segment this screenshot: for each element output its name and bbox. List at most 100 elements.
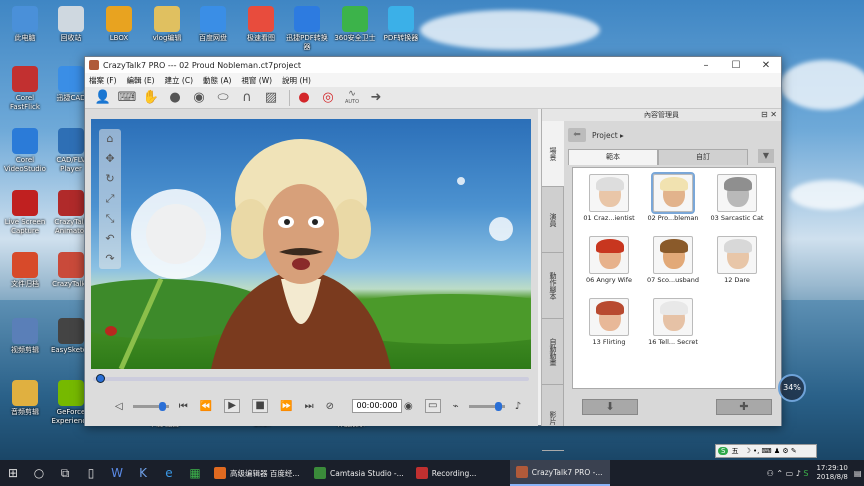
add-button[interactable]: ✚: [716, 399, 772, 415]
menu-animation[interactable]: 動態 (A): [203, 75, 231, 86]
menu-file[interactable]: 檔案 (F): [89, 75, 117, 86]
settings-button[interactable]: ▭: [424, 399, 441, 413]
volume-icon[interactable]: ◁: [115, 401, 123, 412]
taskbar-task[interactable]: Camtasia Studio -...: [308, 460, 410, 486]
redo-icon[interactable]: ↷: [99, 249, 121, 269]
person-icon[interactable]: 👤: [93, 89, 113, 107]
desktop-icon[interactable]: 迅捷PDF转换器: [284, 6, 330, 52]
content-item[interactable]: 01 Craz...ientist: [577, 170, 641, 230]
side-tab-scene[interactable]: 場景: [542, 121, 564, 187]
ime-punctuation-icon[interactable]: ☽ •, ⌨ ♟ ⚙ ✎: [744, 447, 796, 455]
notifications-icon[interactable]: ▤: [854, 469, 862, 478]
timecode-field[interactable]: 00:00:000: [352, 399, 402, 413]
image-icon[interactable]: ▨: [261, 89, 281, 107]
content-item[interactable]: 13 Flirting: [577, 294, 641, 354]
content-item[interactable]: 06 Angry Wife: [577, 232, 641, 292]
stop-button[interactable]: ■: [252, 399, 269, 413]
head-icon[interactable]: ●: [165, 89, 185, 107]
first-frame-icon[interactable]: ⏮: [179, 401, 188, 412]
menu-create[interactable]: 建立 (C): [165, 75, 193, 86]
zoom-view-icon[interactable]: ⤢: [99, 189, 121, 209]
desktop-icon[interactable]: Corel VideoStudio: [2, 128, 48, 174]
network-icon[interactable]: ▭: [786, 469, 794, 478]
volume-tray-icon[interactable]: ♪: [796, 469, 801, 478]
side-tab-script[interactable]: 動作腳本: [542, 253, 564, 319]
tab-custom[interactable]: 自訂: [658, 149, 748, 165]
ime-toolbar[interactable]: S 五 ☽ •, ⌨ ♟ ⚙ ✎: [715, 444, 817, 458]
desktop-icon[interactable]: 极速看图: [238, 6, 284, 43]
download-button[interactable]: ⬇: [582, 399, 638, 415]
side-tab-actor[interactable]: 演員: [542, 187, 564, 253]
menu-edit[interactable]: 編輯 (E): [127, 75, 155, 86]
stage-viewport[interactable]: ⌂ ✥ ↻ ⤢ ⤡ ↶ ↷: [91, 119, 531, 369]
desktop-icon[interactable]: 此电脑: [2, 6, 48, 43]
desktop-icon[interactable]: 回收站: [48, 6, 94, 43]
title-bar[interactable]: CrazyTalk7 PRO --- 02 Proud Nobleman.ct7…: [85, 57, 781, 73]
desktop-icon[interactable]: 360安全卫士: [332, 6, 378, 43]
hair-icon[interactable]: ∩: [237, 89, 257, 107]
side-tab-video[interactable]: 影片: [542, 385, 564, 451]
side-tab-auto-animation[interactable]: 自動動畫: [542, 319, 564, 385]
edge-icon[interactable]: e: [156, 460, 182, 486]
mouth-icon[interactable]: ⬭: [213, 89, 233, 107]
tray-arrow-icon[interactable]: ⌃: [776, 469, 783, 478]
word-icon[interactable]: W: [104, 460, 130, 486]
record-face-icon[interactable]: ●: [294, 89, 314, 107]
volume-slider-knob[interactable]: [158, 401, 166, 411]
app-k-icon[interactable]: K: [130, 460, 156, 486]
undo-icon[interactable]: ↶: [99, 229, 121, 249]
task-view-icon[interactable]: ⧉: [52, 460, 78, 486]
desktop-icon[interactable]: Live Screen Capture: [2, 190, 48, 236]
speed-slider[interactable]: [468, 401, 505, 411]
taskbar-task-active[interactable]: CrazyTalk7 PRO -...: [509, 460, 610, 486]
taskbar-task[interactable]: 高级编辑器 百度经...: [208, 460, 308, 486]
play-button[interactable]: ▶: [224, 399, 241, 413]
content-path[interactable]: Project ▸: [592, 131, 624, 140]
move-view-icon[interactable]: ✥: [99, 149, 121, 169]
windows-start-icon[interactable]: ⊞: [0, 460, 26, 486]
audio-auto-icon[interactable]: ∿ AUTO: [342, 89, 362, 107]
menu-window[interactable]: 視窗 (W): [241, 75, 272, 86]
speed-icon[interactable]: ⌁: [453, 401, 459, 412]
content-item[interactable]: 02 Pro...bleman: [641, 170, 705, 230]
taskbar-task[interactable]: Recording...: [410, 460, 510, 486]
fit-view-icon[interactable]: ⤡: [99, 209, 121, 229]
rotate-view-icon[interactable]: ↻: [99, 169, 121, 189]
speed-slider-knob[interactable]: [494, 401, 502, 411]
volume-slider[interactable]: [132, 401, 169, 411]
tab-template[interactable]: 範本: [568, 149, 658, 165]
desktop-icon[interactable]: vlog编辑: [144, 6, 190, 43]
music-note-icon[interactable]: ♪: [515, 401, 521, 412]
people-icon[interactable]: ⚇: [767, 469, 774, 478]
back-arrow-icon[interactable]: ⬅: [568, 128, 586, 142]
previous-frame-icon[interactable]: ⏪: [200, 401, 212, 412]
timeline-playhead[interactable]: [96, 374, 105, 383]
content-item[interactable]: 07 Sco...usband: [641, 232, 705, 292]
ime-tray-icon[interactable]: S: [803, 469, 808, 478]
desktop-icon[interactable]: 音频剪辑: [2, 380, 48, 417]
content-item[interactable]: 16 Tell... Secret: [641, 294, 705, 354]
export-icon[interactable]: ➜: [366, 89, 386, 107]
content-item[interactable]: 03 Sarcastic Cat: [705, 170, 769, 230]
next-frame-icon[interactable]: ⏩: [280, 401, 292, 412]
timecode-spin-icon[interactable]: ◉: [404, 401, 413, 412]
record-voice-icon[interactable]: ◎: [318, 89, 338, 107]
spreadsheet-icon[interactable]: ▦: [182, 460, 208, 486]
desktop-icon[interactable]: 百度网盘: [190, 6, 236, 43]
recorder-level-badge[interactable]: 34%: [778, 374, 806, 402]
desktop-icon[interactable]: LBOX: [96, 6, 142, 43]
keyboard-icon[interactable]: ⌨: [117, 89, 137, 107]
loop-off-icon[interactable]: ⊘: [326, 401, 334, 412]
content-item[interactable]: 12 Dare: [705, 232, 769, 292]
clock[interactable]: 17:29:10 2018/8/8: [816, 464, 847, 482]
last-frame-icon[interactable]: ⏭: [305, 401, 314, 412]
search-icon[interactable]: ○: [26, 460, 52, 486]
timeline-track[interactable]: [93, 374, 529, 383]
hand-icon[interactable]: ✋: [141, 89, 161, 107]
close-button[interactable]: ✕: [751, 60, 781, 71]
desktop-icon[interactable]: 文件归档: [2, 252, 48, 289]
desktop-icon[interactable]: 视频剪辑: [2, 318, 48, 355]
chevron-down-icon[interactable]: ▼: [758, 149, 774, 163]
home-view-icon[interactable]: ⌂: [99, 129, 121, 149]
minimize-button[interactable]: –: [691, 60, 721, 71]
